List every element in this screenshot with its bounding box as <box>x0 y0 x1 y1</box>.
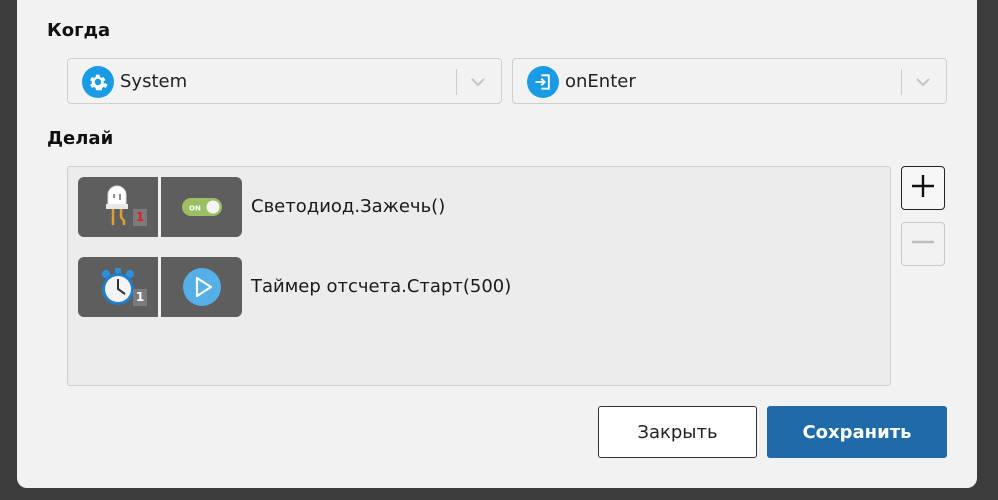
when-heading: Когда <box>47 20 111 41</box>
do-heading: Делай <box>47 128 114 149</box>
action-list[interactable]: 1 ON Светодиод.Зажечь() 1 Таймер отсчета… <box>67 166 891 386</box>
rule-editor-dialog: Когда System onEnter Делай 1 ON Светодио… <box>17 0 977 488</box>
select-separator <box>901 69 902 95</box>
event-select-value: onEnter <box>565 71 636 92</box>
source-select[interactable]: System <box>67 58 502 104</box>
action-row[interactable]: 1 Таймер отсчета.Старт(500) <box>78 257 778 317</box>
remove-action-button[interactable] <box>901 222 945 266</box>
action-row[interactable]: 1 ON Светодиод.Зажечь() <box>78 177 778 237</box>
led-icon <box>78 177 158 237</box>
add-action-button[interactable] <box>901 166 945 210</box>
event-select[interactable]: onEnter <box>512 58 947 104</box>
stopwatch-icon <box>78 257 158 317</box>
save-button[interactable]: Сохранить <box>767 406 947 458</box>
gear-icon <box>82 66 114 98</box>
enter-icon <box>527 66 559 98</box>
action-text: Таймер отсчета.Старт(500) <box>251 276 512 297</box>
close-button[interactable]: Закрыть <box>598 406 757 458</box>
device-index-badge: 1 <box>133 209 147 226</box>
action-tile[interactable]: 1 ON <box>78 177 242 237</box>
toggle-on-label: ON <box>189 205 201 213</box>
minus-icon <box>910 229 936 259</box>
action-tile[interactable]: 1 <box>78 257 242 317</box>
chevron-down-icon[interactable] <box>467 71 489 93</box>
plus-icon <box>910 173 936 203</box>
source-select-value: System <box>120 71 188 92</box>
play-icon <box>161 257 242 317</box>
chevron-down-icon[interactable] <box>912 71 934 93</box>
select-separator <box>456 69 457 95</box>
device-index-badge: 1 <box>133 289 147 306</box>
action-text: Светодиод.Зажечь() <box>251 196 446 217</box>
toggle-on-icon: ON <box>161 177 242 237</box>
